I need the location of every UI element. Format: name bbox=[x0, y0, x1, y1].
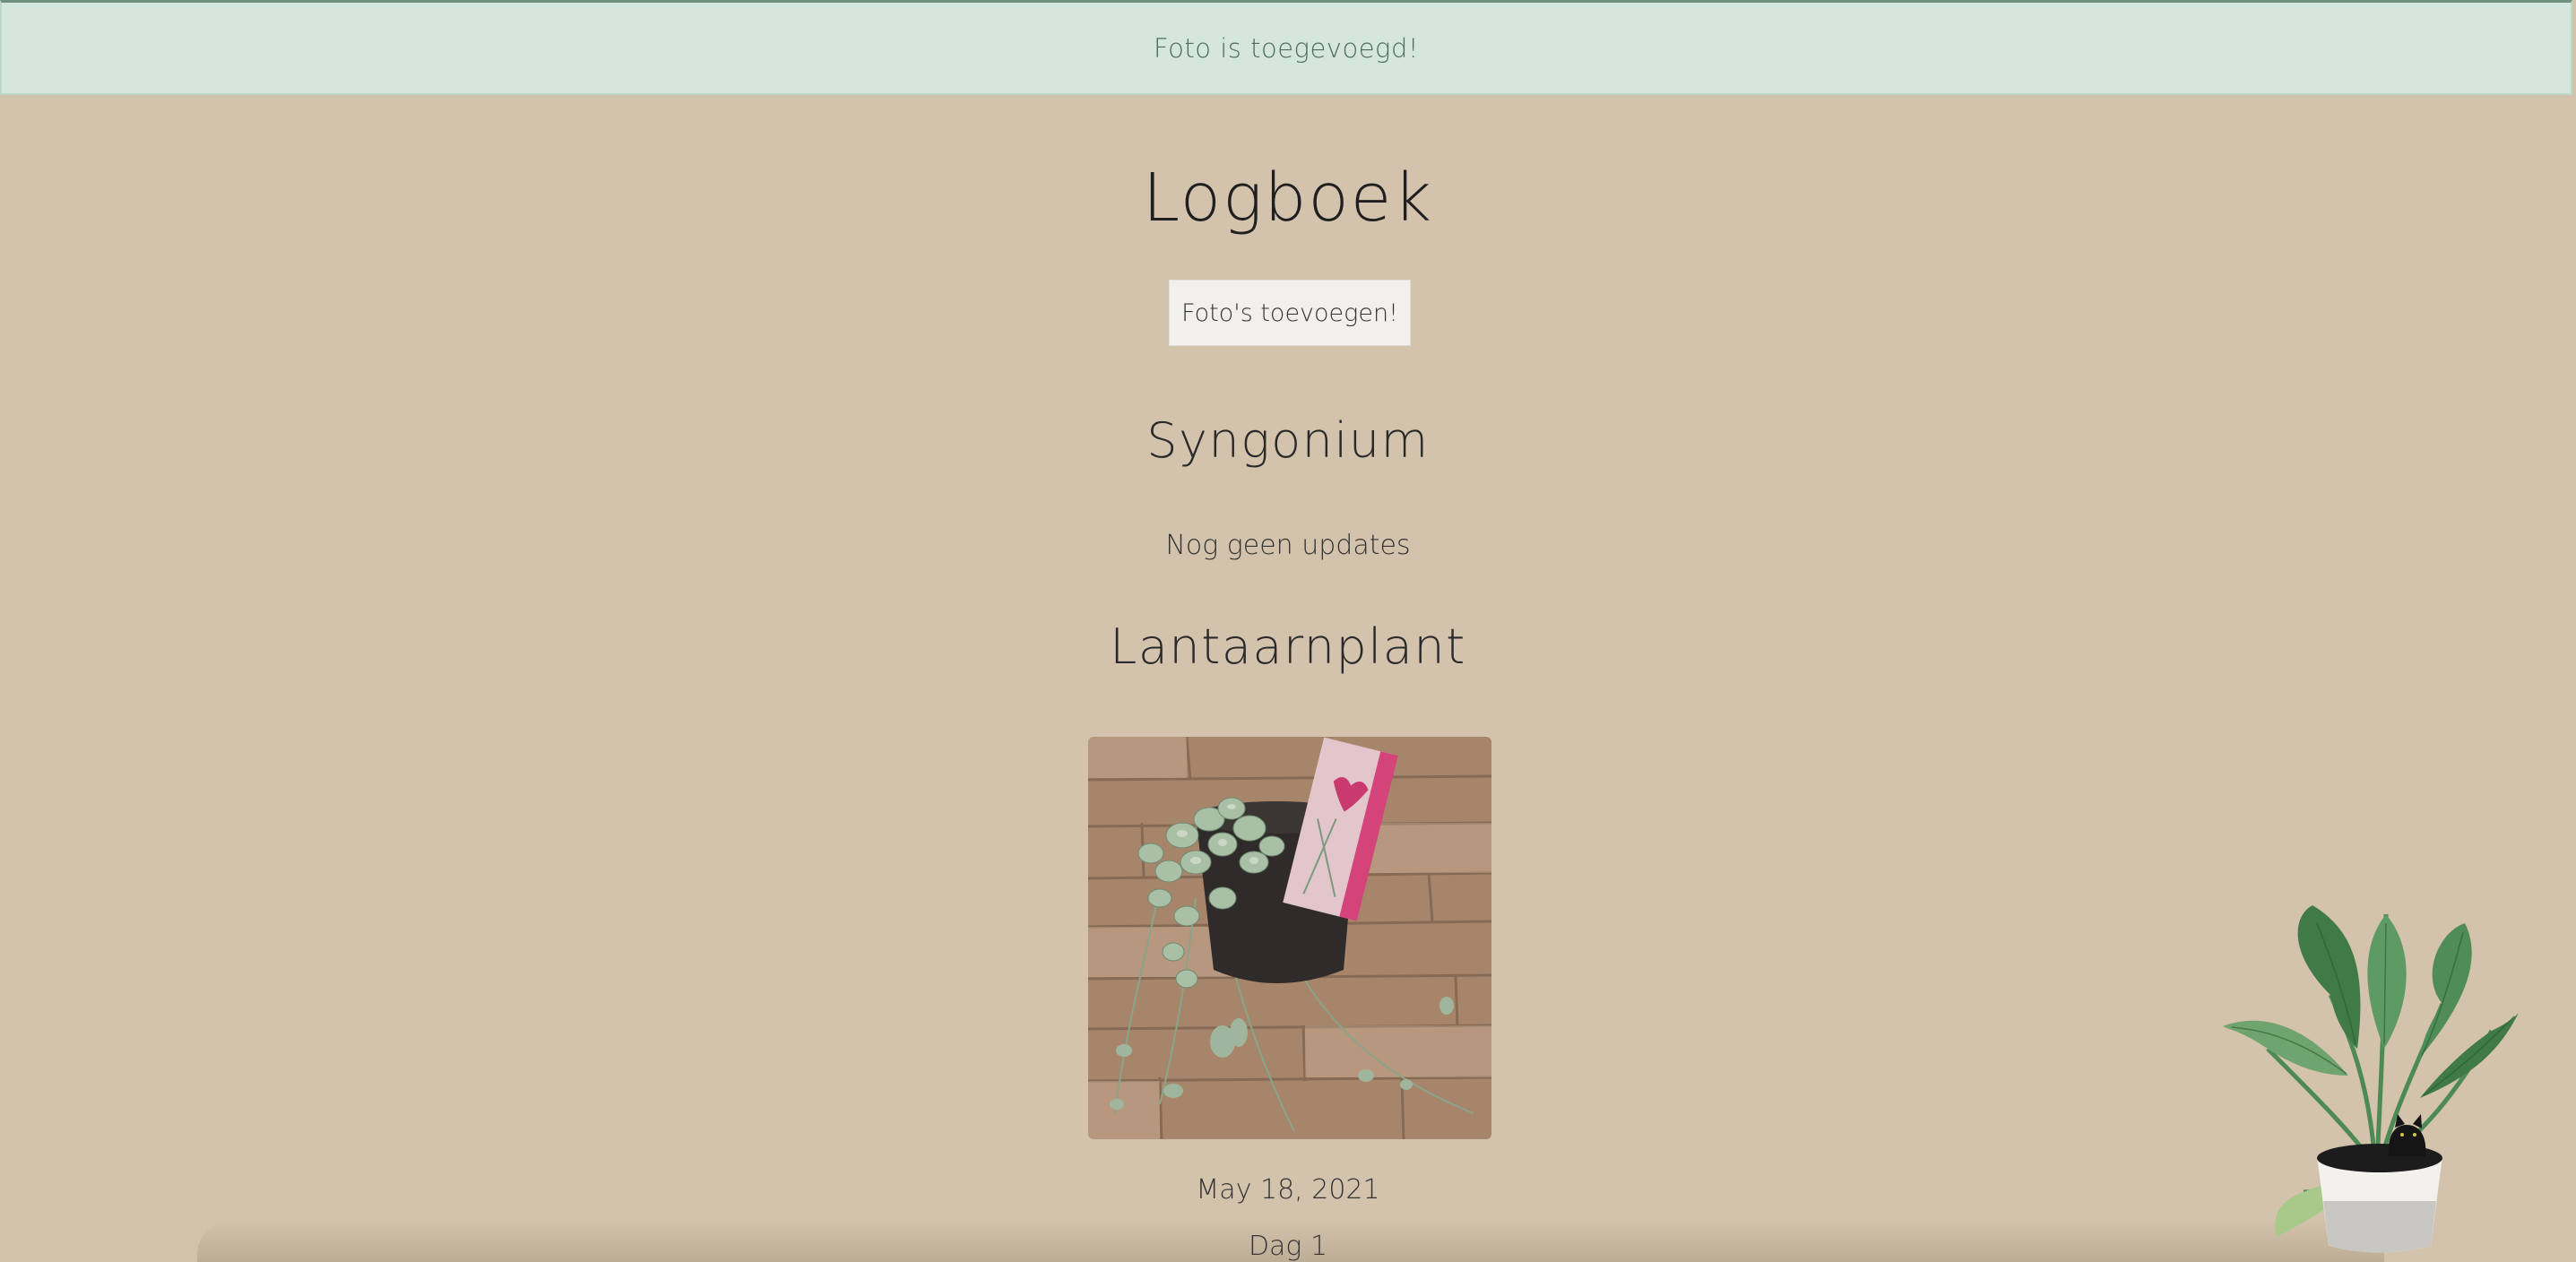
page-title: Logboek bbox=[1142, 160, 1434, 237]
add-photos-button[interactable]: Foto's toevoegen! bbox=[1169, 280, 1411, 346]
entry-day-label: Dag 1 bbox=[1248, 1231, 1328, 1262]
alert-message: Foto is toegevoegd! bbox=[1154, 32, 1419, 64]
success-alert: Foto is toegevoegd! bbox=[0, 0, 2572, 95]
potted-plant-with-cat-icon bbox=[2223, 896, 2519, 1255]
logbook-page: Foto is toegevoegd! Logboek Foto's toevo… bbox=[0, 0, 2576, 1262]
plant-title-lantaarnplant: Lantaarnplant bbox=[1110, 618, 1466, 675]
plant-photo[interactable] bbox=[1088, 737, 1491, 1139]
no-updates-text: Nog geen updates bbox=[1165, 530, 1411, 561]
entry-date: May 18, 2021 bbox=[1196, 1174, 1380, 1206]
plant-title-syngonium: Syngonium bbox=[1146, 412, 1430, 469]
